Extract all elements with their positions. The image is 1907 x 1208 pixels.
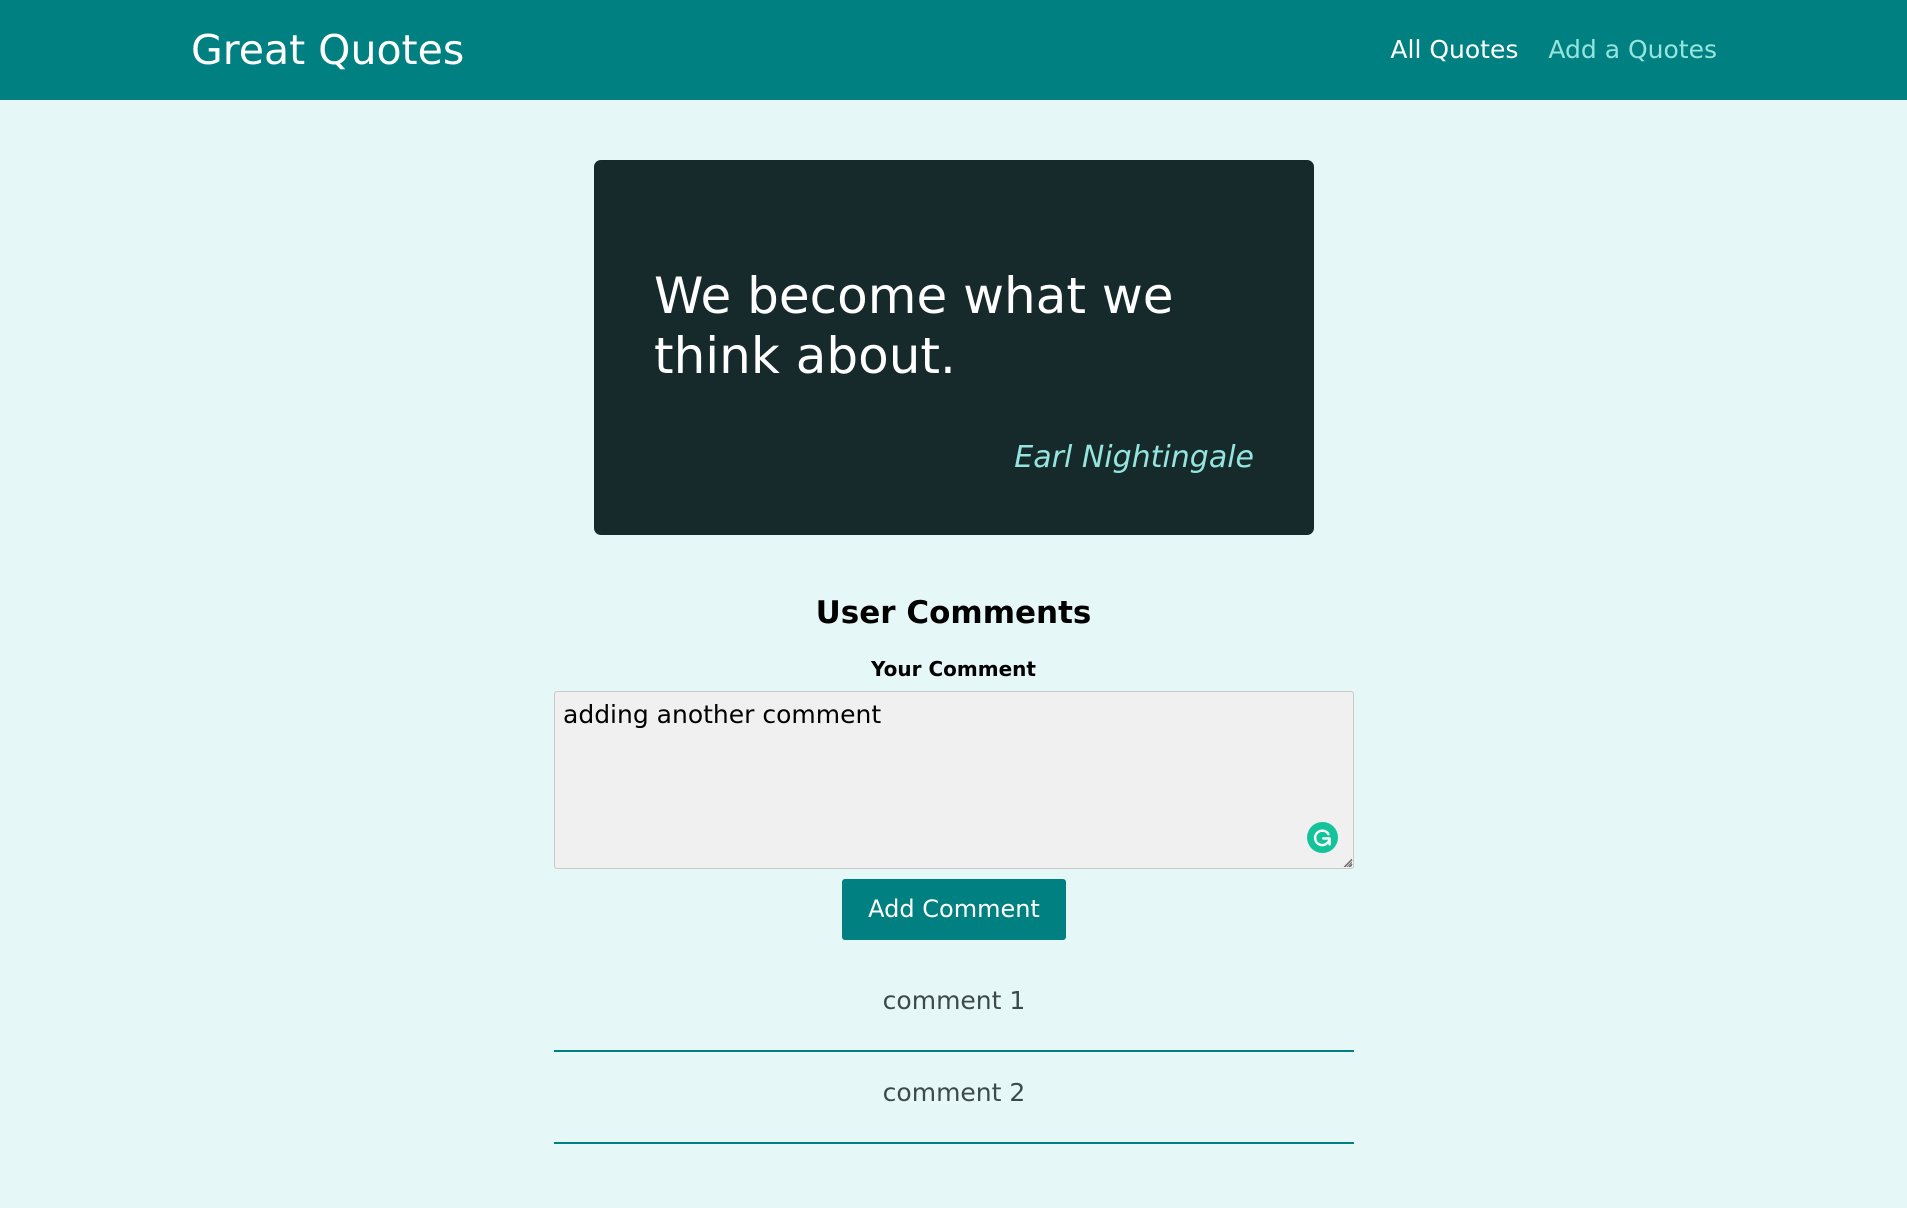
quote-card: We become what we think about. Earl Nigh… [594, 160, 1314, 535]
comment-text: comment 1 [882, 985, 1026, 1015]
site-logo[interactable]: Great Quotes [191, 22, 464, 78]
quote-text: We become what we think about. [654, 267, 1174, 385]
app-header: Great Quotes All Quotes Add a Quotes [0, 0, 1907, 100]
nav-all-quotes[interactable]: All Quotes [1390, 34, 1518, 66]
comment-item: comment 2 [554, 1052, 1354, 1144]
comment-text: comment 2 [882, 1077, 1026, 1107]
comment-textarea[interactable] [554, 691, 1354, 869]
comments-heading: User Comments [815, 595, 1092, 631]
comment-list: comment 1 comment 2 [554, 960, 1354, 1144]
comment-field-label: Your Comment [871, 657, 1036, 681]
grammarly-icon[interactable] [1307, 822, 1338, 853]
nav-add-quote[interactable]: Add a Quotes [1548, 34, 1717, 66]
grammarly-glyph [1313, 829, 1331, 847]
add-comment-button[interactable]: Add Comment [842, 879, 1066, 940]
comment-item: comment 1 [554, 960, 1354, 1052]
resize-grip-icon[interactable] [1342, 857, 1352, 867]
quote-author: Earl Nightingale [1014, 440, 1254, 475]
main-nav: All Quotes Add a Quotes [1390, 34, 1717, 66]
